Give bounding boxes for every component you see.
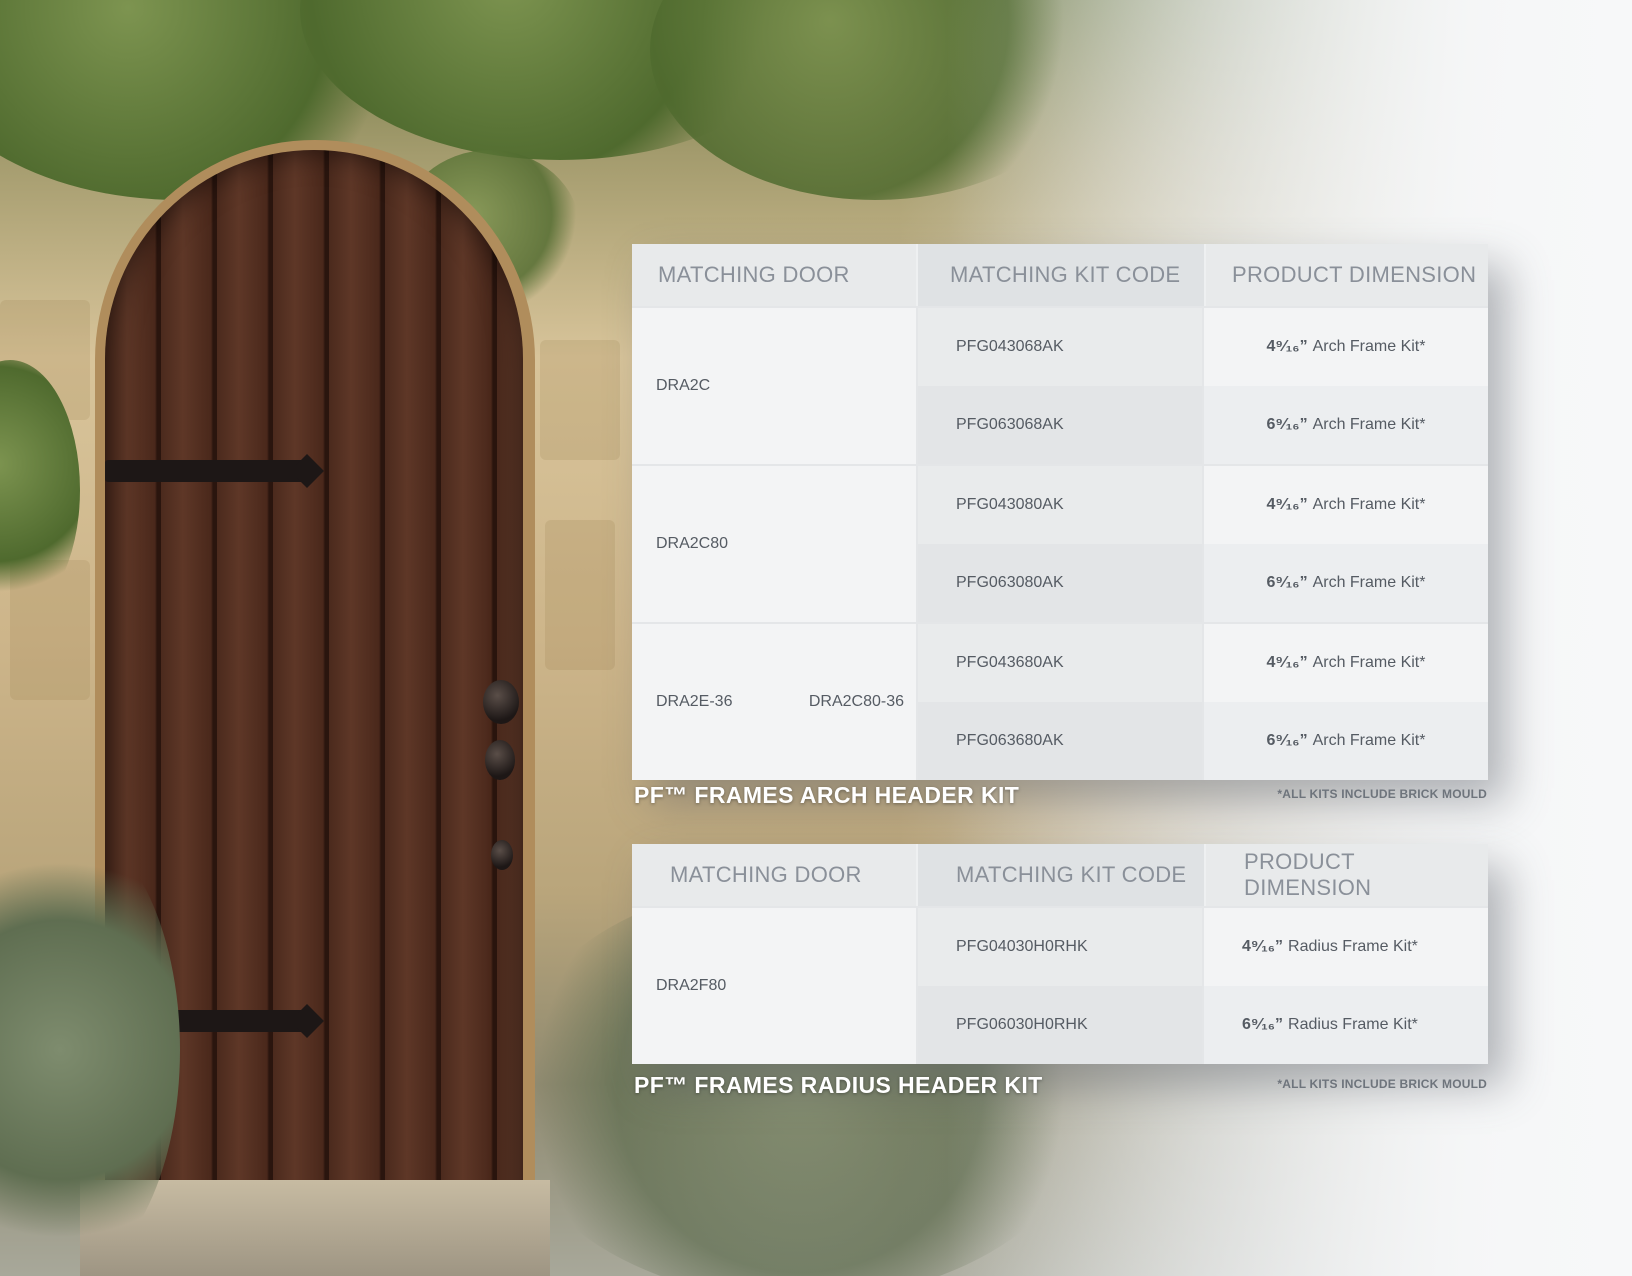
product-dimension: 6⁹⁄₁₆” Arch Frame Kit* xyxy=(1204,544,1488,622)
table-row-group: DRA2C PFG043068AK 4⁹⁄₁₆” Arch Frame Kit* … xyxy=(632,306,1488,464)
matching-door-cell: DRA2C80 xyxy=(632,466,916,622)
dimension-text: Arch Frame Kit* xyxy=(1312,416,1426,433)
product-dimension: 4⁹⁄₁₆” Radius Frame Kit* xyxy=(1204,908,1488,986)
dimension-fraction: 4⁹⁄₁₆” xyxy=(1266,654,1308,671)
dimension-text: Radius Frame Kit* xyxy=(1288,938,1418,955)
arch-header-kit-table: MATCHING DOOR MATCHING KIT CODE PRODUCT … xyxy=(632,244,1488,780)
dimension-fraction: 6⁹⁄₁₆” xyxy=(1266,416,1308,433)
matching-door-cell: DRA2C xyxy=(632,308,916,464)
kit-code: PFG06030H0RHK xyxy=(916,986,1204,1064)
product-dimension: 4⁹⁄₁₆” Arch Frame Kit* xyxy=(1204,624,1488,702)
arch-kit-caption: PF™ FRAMES ARCH HEADER KIT xyxy=(634,782,1020,808)
table-row-group: DRA2F80 PFG04030H0RHK 4⁹⁄₁₆” Radius Frame… xyxy=(632,906,1488,1064)
table-row-group: DRA2C80 PFG043080AK 4⁹⁄₁₆” Arch Frame Kit… xyxy=(632,464,1488,622)
kit-code: PFG043068AK xyxy=(916,308,1204,386)
kit-code: PFG04030H0RHK xyxy=(916,908,1204,986)
header-matching-door: MATCHING DOOR xyxy=(632,844,916,906)
table-header: MATCHING DOOR MATCHING KIT CODE PRODUCT … xyxy=(632,244,1488,306)
table-row: PFG063068AK 6⁹⁄₁₆” Arch Frame Kit* xyxy=(916,386,1488,464)
table-row-group: DRA2E-36 DRA2C80-36 PFG043680AK 4⁹⁄₁₆” Ar… xyxy=(632,622,1488,780)
matching-door-cell: DRA2F80 xyxy=(632,908,916,1064)
table-row: PFG06030H0RHK 6⁹⁄₁₆” Radius Frame Kit* xyxy=(916,986,1488,1064)
product-dimension: 6⁹⁄₁₆” Radius Frame Kit* xyxy=(1204,986,1488,1064)
kit-code: PFG043680AK xyxy=(916,624,1204,702)
kit-code: PFG063080AK xyxy=(916,544,1204,622)
brick-mould-note: *ALL KITS INCLUDE BRICK MOULD xyxy=(1277,787,1487,801)
header-matching-door: MATCHING DOOR xyxy=(632,244,916,306)
brick-mould-note: *ALL KITS INCLUDE BRICK MOULD xyxy=(1277,1077,1487,1091)
header-product-dimension: PRODUCT DIMENSION xyxy=(1204,244,1488,306)
dimension-fraction: 4⁹⁄₁₆” xyxy=(1266,496,1308,513)
dimension-text: Arch Frame Kit* xyxy=(1312,496,1426,513)
product-dimension: 6⁹⁄₁₆” Arch Frame Kit* xyxy=(1204,386,1488,464)
matching-door: DRA2C80-36 xyxy=(808,693,904,710)
product-dimension: 4⁹⁄₁₆” Arch Frame Kit* xyxy=(1204,466,1488,544)
dimension-text: Arch Frame Kit* xyxy=(1312,732,1426,749)
product-dimension: 4⁹⁄₁₆” Arch Frame Kit* xyxy=(1204,308,1488,386)
kit-code: PFG043080AK xyxy=(916,466,1204,544)
kit-code: PFG063680AK xyxy=(916,702,1204,780)
table-row: PFG043680AK 4⁹⁄₁₆” Arch Frame Kit* xyxy=(916,624,1488,702)
table-row: PFG063680AK 6⁹⁄₁₆” Arch Frame Kit* xyxy=(916,702,1488,780)
table-row: PFG063080AK 6⁹⁄₁₆” Arch Frame Kit* xyxy=(916,544,1488,622)
matching-door-cell: DRA2E-36 DRA2C80-36 xyxy=(632,624,916,780)
matching-door: DRA2F80 xyxy=(656,977,727,994)
matching-door: DRA2E-36 xyxy=(656,693,733,710)
dimension-fraction: 6⁹⁄₁₆” xyxy=(1242,1016,1284,1033)
dimension-fraction: 6⁹⁄₁₆” xyxy=(1266,574,1308,591)
matching-door: DRA2C80 xyxy=(656,535,729,552)
header-product-dimension: PRODUCT DIMENSION xyxy=(1204,844,1488,906)
table-row: PFG043068AK 4⁹⁄₁₆” Arch Frame Kit* xyxy=(916,308,1488,386)
dimension-text: Arch Frame Kit* xyxy=(1312,574,1426,591)
matching-door: DRA2C xyxy=(656,377,711,394)
dimension-fraction: 4⁹⁄₁₆” xyxy=(1242,938,1284,955)
dimension-fraction: 4⁹⁄₁₆” xyxy=(1266,338,1308,355)
table-row: PFG04030H0RHK 4⁹⁄₁₆” Radius Frame Kit* xyxy=(916,908,1488,986)
radius-kit-caption: PF™ FRAMES RADIUS HEADER KIT xyxy=(634,1072,1043,1098)
radius-header-kit-table: MATCHING DOOR MATCHING KIT CODE PRODUCT … xyxy=(632,844,1488,1064)
header-matching-kit-code: MATCHING KIT CODE xyxy=(916,244,1204,306)
table-row: PFG043080AK 4⁹⁄₁₆” Arch Frame Kit* xyxy=(916,466,1488,544)
kit-code: PFG063068AK xyxy=(916,386,1204,464)
dimension-fraction: 6⁹⁄₁₆” xyxy=(1266,732,1308,749)
product-dimension: 6⁹⁄₁₆” Arch Frame Kit* xyxy=(1204,702,1488,780)
table-header: MATCHING DOOR MATCHING KIT CODE PRODUCT … xyxy=(632,844,1488,906)
header-matching-kit-code: MATCHING KIT CODE xyxy=(916,844,1204,906)
dimension-text: Radius Frame Kit* xyxy=(1288,1016,1418,1033)
dimension-text: Arch Frame Kit* xyxy=(1312,654,1426,671)
dimension-text: Arch Frame Kit* xyxy=(1312,338,1426,355)
